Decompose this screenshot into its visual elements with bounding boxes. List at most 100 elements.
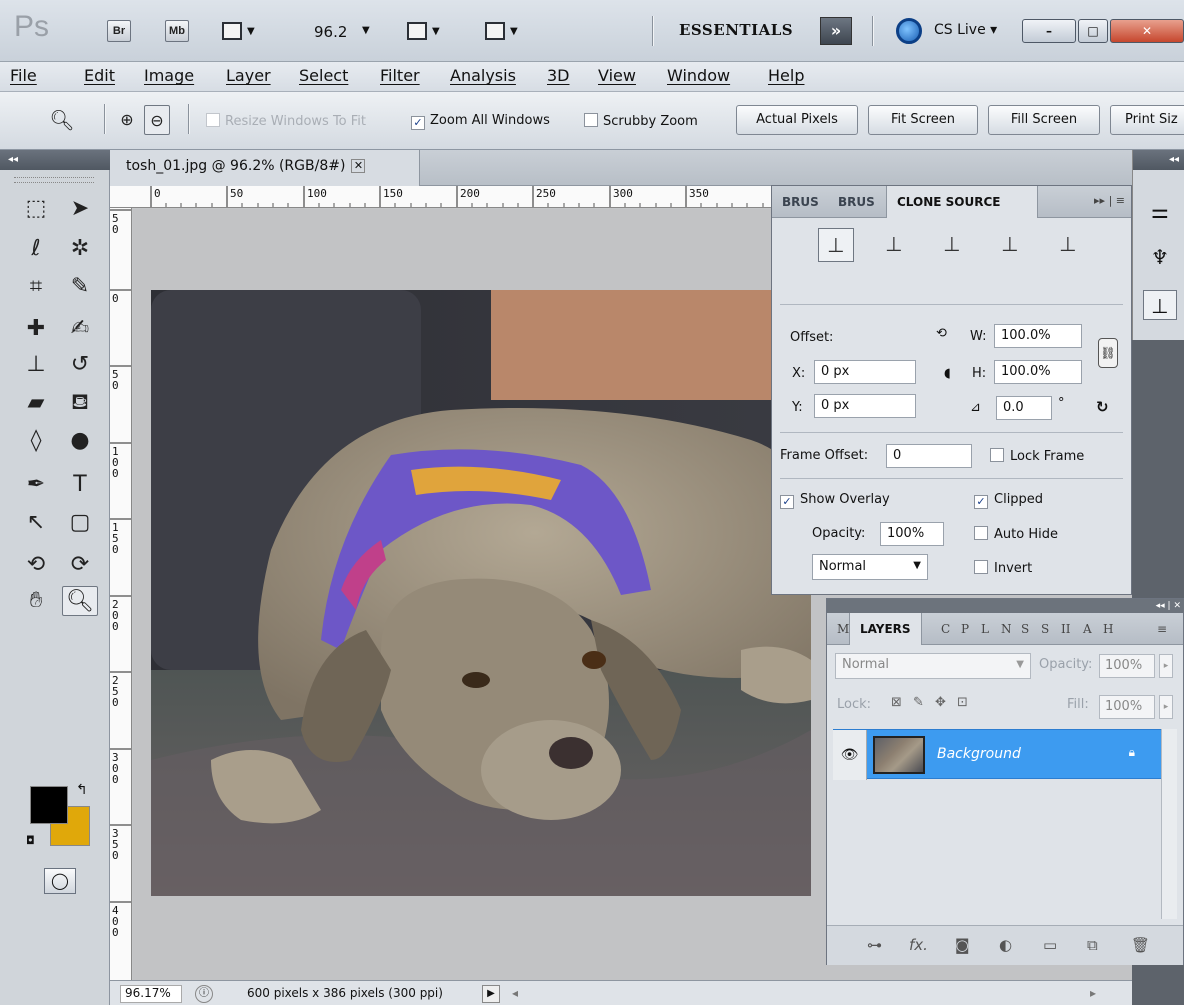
magic-wand-tool[interactable]: ✲ [62,234,98,264]
workspace-switcher[interactable]: ESSENTIALS [679,21,793,39]
link-layers-icon[interactable]: ⊶ [867,936,882,954]
lock-transparent-icon[interactable]: ⊠ [891,695,902,721]
foreground-color-swatch[interactable] [30,786,68,824]
tab-history[interactable]: H [1103,622,1113,636]
shape-tool[interactable]: ▢ [62,508,98,538]
menu-view[interactable]: View [598,66,636,85]
crop-tool[interactable]: ⌗ [18,272,54,302]
healing-brush-tool[interactable]: ✚ [18,314,54,344]
tab-l[interactable]: L [981,622,989,636]
eraser-tool[interactable]: ▰ [18,388,54,418]
quick-mask-button[interactable]: ◯ [44,868,76,894]
menu-file[interactable]: File [10,66,37,85]
fit-screen-button[interactable]: Fit Screen [868,105,978,135]
tab-brush[interactable]: BRUS [838,186,888,218]
scroll-right-icon[interactable]: ▸ [1090,986,1096,1000]
adjustment-layer-icon[interactable]: ◐ [999,936,1012,954]
status-zoom-field[interactable]: 96.17% [120,985,182,1003]
zoom-out-button[interactable]: ⊖ [144,105,170,135]
invert-checkbox[interactable]: Invert [974,560,1032,576]
lock-all-icon[interactable]: ⊡ [957,695,968,721]
layer-name[interactable]: Background [937,746,1021,762]
tab-s1[interactable]: S [1021,622,1029,636]
clone-stamp-tool[interactable]: ⊥ [18,350,54,380]
lock-frame-checkbox[interactable]: Lock Frame [990,448,1084,464]
layers-collapse-bar[interactable]: ◂◂ | ✕ [827,599,1184,613]
opacity-stepper[interactable]: ▸ [1159,654,1173,678]
close-window-button[interactable]: ✕ [1110,19,1184,43]
panel-menu-icon[interactable]: ≡ [1157,622,1167,636]
brush-tool[interactable]: ✍ [62,314,98,344]
dodge-tool[interactable]: ● [62,426,98,456]
tab-masks[interactable]: M [837,622,849,636]
lasso-tool[interactable]: ℓ [18,234,54,264]
clipped-checkbox[interactable]: ✓ Clipped [974,492,1043,509]
frame-offset-input[interactable]: 0 [886,444,972,468]
zoom-tool[interactable]: 🔍︎ [62,586,98,616]
launch-mini-bridge-button[interactable]: Mb [165,20,189,42]
document-tab[interactable]: tosh_01.jpg @ 96.2% (RGB/8#) ✕ [110,150,420,186]
show-overlay-checkbox[interactable]: ✓ Show Overlay [780,492,890,509]
scale-width-input[interactable]: 100.0% [994,324,1082,348]
new-layer-icon[interactable]: ⧉ [1087,936,1098,954]
view-extras-button[interactable]: ▼ [222,22,256,42]
reset-transform-icon[interactable]: ↻ [1096,398,1109,416]
zoom-all-windows-checkbox[interactable]: ✓ Zoom All Windows [411,113,550,130]
zoom-dropdown-icon[interactable]: ▼ [362,25,370,36]
tab-s2[interactable]: S [1041,622,1049,636]
minimize-button[interactable]: – [1022,19,1076,43]
fill-screen-button[interactable]: Fill Screen [988,105,1100,135]
tab-layers[interactable]: LAYERS [849,613,922,645]
layer-row[interactable]: 👁︎ Background 🔒︎ [833,729,1163,780]
layer-opacity-input[interactable]: 100% [1099,654,1155,678]
type-tool[interactable]: T [62,470,98,500]
offset-x-input[interactable]: 0 px [814,360,916,384]
visibility-eye-icon[interactable]: 👁︎ [833,730,867,780]
3d-rotate-tool[interactable]: ⟲ [18,550,54,580]
status-info-icon[interactable]: ⓘ [195,985,213,1003]
auto-hide-checkbox[interactable]: Auto Hide [974,526,1058,542]
clone-source-4-button[interactable]: ⊥ [992,228,1028,262]
dock-collapse-bar[interactable]: ◂◂ [1133,150,1184,170]
tools-grip[interactable] [14,177,94,183]
rotation-angle-input[interactable]: 0.0 [996,396,1052,420]
brush-dock-button[interactable]: ♆ [1143,242,1177,272]
menu-select[interactable]: Select [299,66,348,85]
menu-edit[interactable]: Edit [84,66,115,85]
tab-clone-source[interactable]: CLONE SOURCE [886,186,1038,218]
move-tool[interactable]: ➤ [62,194,98,224]
overlay-blend-mode-select[interactable]: Normal ▼ [812,554,928,580]
print-size-button[interactable]: Print Siz [1110,105,1184,135]
delete-layer-icon[interactable]: 🗑︎ [1131,936,1150,954]
menu-image[interactable]: Image [144,66,194,85]
scrubby-zoom-checkbox[interactable]: Scrubby Zoom [584,113,698,129]
lock-position-icon[interactable]: ✥ [935,695,946,721]
scale-height-input[interactable]: 100.0% [994,360,1082,384]
menu-help[interactable]: Help [768,66,804,85]
pen-tool[interactable]: ✒ [18,470,54,500]
clone-source-3-button[interactable]: ⊥ [934,228,970,262]
default-colors-icon[interactable]: ◘ [26,834,35,847]
path-selection-tool[interactable]: ↖ [18,508,54,538]
layers-scrollbar[interactable] [1161,729,1177,919]
menu-layer[interactable]: Layer [226,66,271,85]
fill-stepper[interactable]: ▸ [1159,695,1173,719]
scroll-left-icon[interactable]: ◂ [512,986,518,1000]
status-menu-arrow[interactable]: ▶ [482,985,500,1003]
history-brush-tool[interactable]: ↺ [62,350,98,380]
new-group-icon[interactable]: ▭ [1043,936,1057,954]
menu-window[interactable]: Window [667,66,730,85]
layer-fill-input[interactable]: 100% [1099,695,1155,719]
more-workspaces-button[interactable]: » [820,17,852,45]
tools-collapse-bar[interactable]: ◂◂ [0,150,110,170]
maximize-button[interactable]: □ [1078,19,1108,43]
zoom-level-field[interactable]: 96.2 [314,23,347,41]
3d-orbit-tool[interactable]: ⟳ [62,550,98,580]
layer-blend-mode-select[interactable]: Normal ▼ [835,653,1031,679]
actual-pixels-button[interactable]: Actual Pixels [736,105,858,135]
tab-actions[interactable]: A [1083,622,1092,636]
launch-bridge-button[interactable]: Br [107,20,131,42]
tab-paths[interactable]: P [961,622,969,636]
close-document-icon[interactable]: ✕ [351,159,366,173]
swap-colors-icon[interactable]: ↰ [76,782,88,798]
